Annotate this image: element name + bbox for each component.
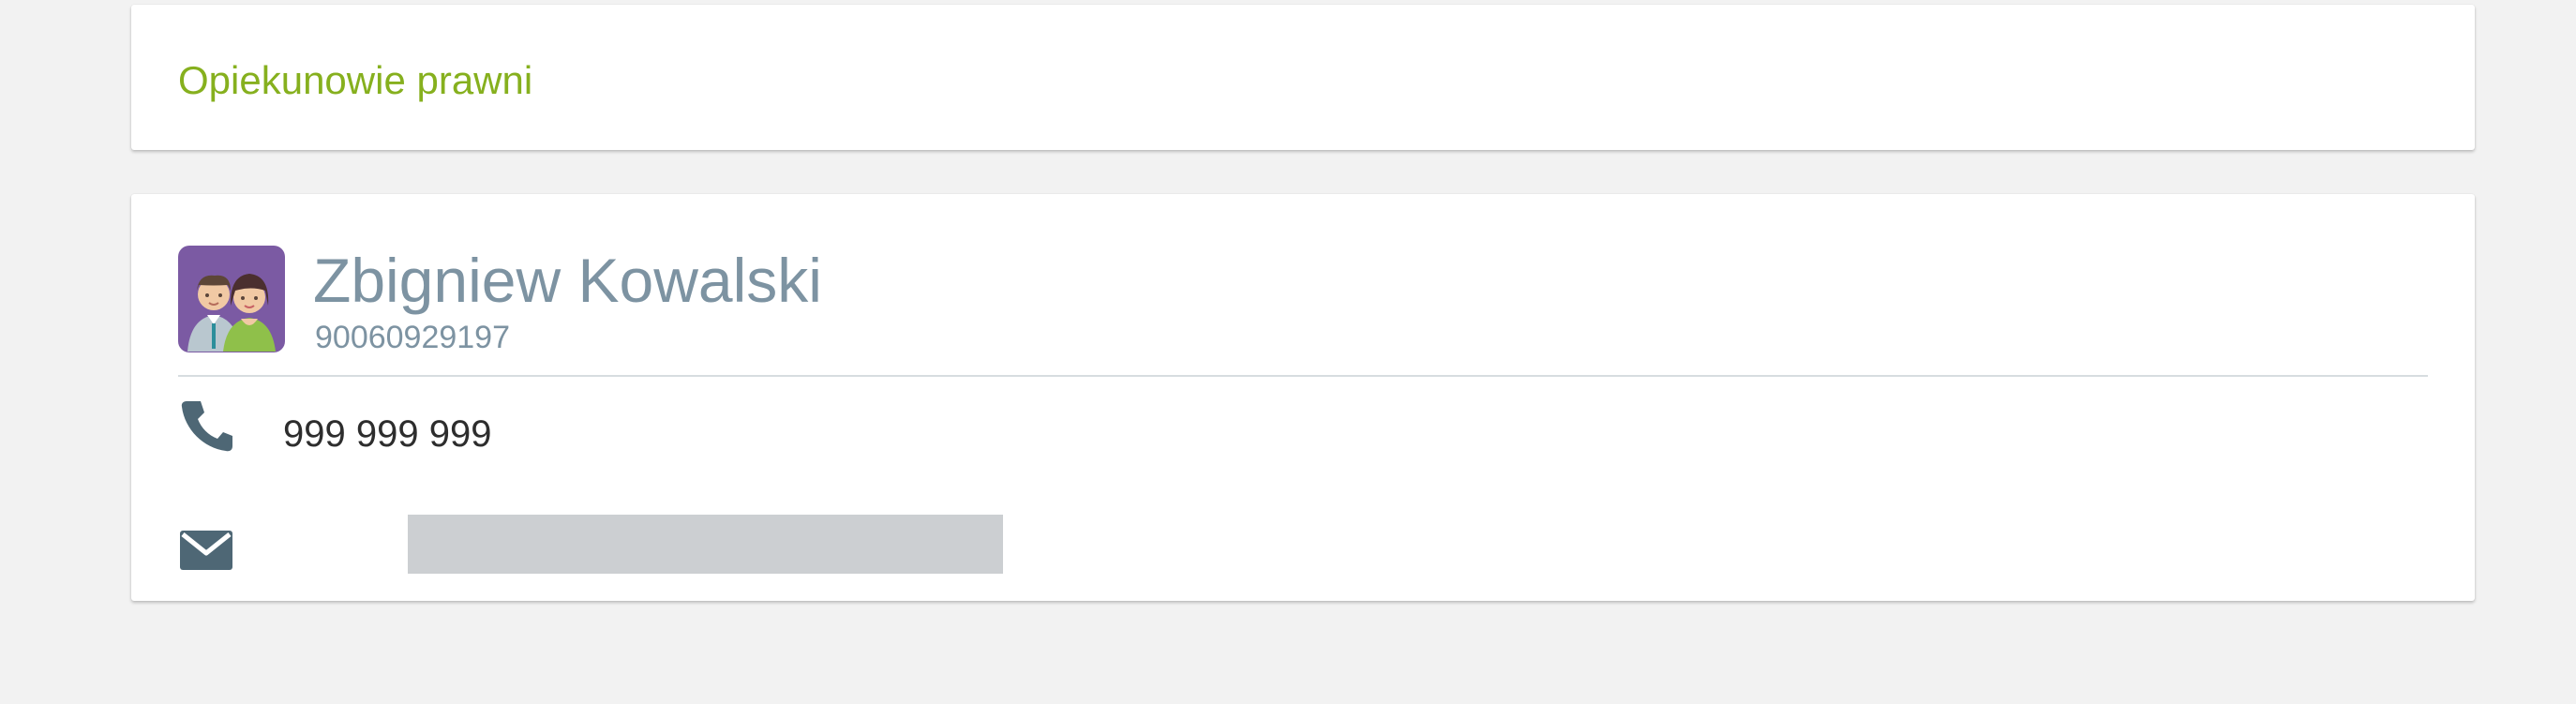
phone-number[interactable]: 999 999 999 — [283, 412, 491, 457]
section-title: Opiekunowie prawni — [178, 58, 533, 102]
phone-icon — [178, 397, 234, 453]
guardian-contact-card: Zbigniew Kowalski 90060929197 999 999 99… — [131, 194, 2475, 601]
envelope-icon — [178, 528, 234, 573]
guardian-id-number: 90060929197 — [315, 320, 511, 355]
email-address-redacted[interactable] — [408, 515, 1003, 574]
contact-divider — [178, 375, 2428, 377]
guardian-name: Zbigniew Kowalski — [313, 246, 822, 315]
guardians-couple-icon — [178, 246, 285, 352]
guardians-header-card: Opiekunowie prawni — [131, 5, 2475, 150]
